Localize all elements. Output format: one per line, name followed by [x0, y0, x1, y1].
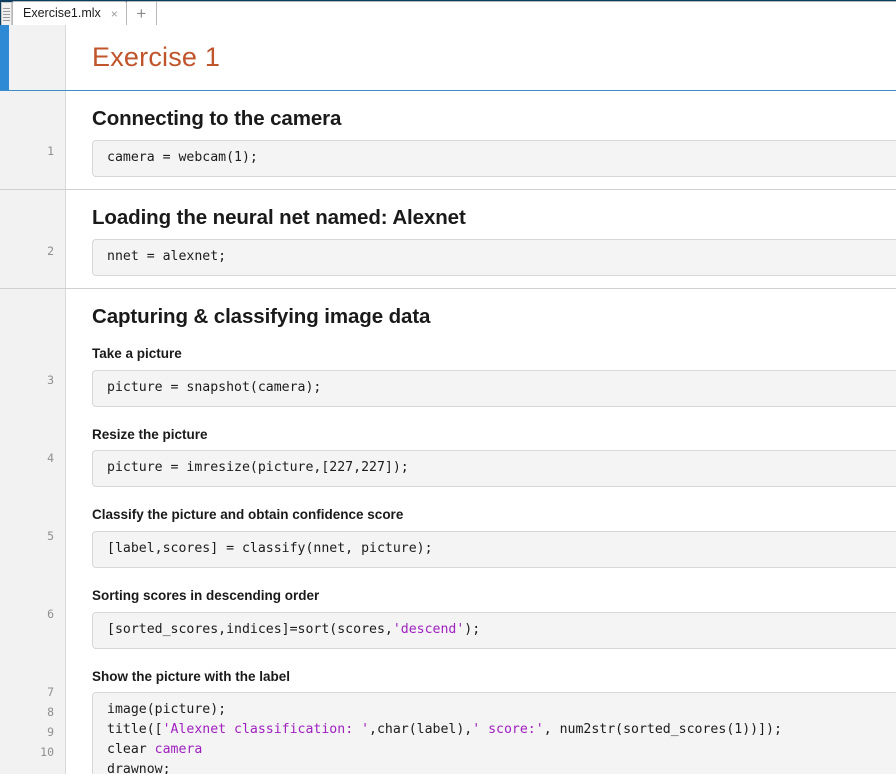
- code-block-7[interactable]: image(picture); title(['Alexnet classifi…: [92, 692, 896, 774]
- section-heading[interactable]: Capturing & classifying image data: [92, 289, 896, 338]
- code-block-3[interactable]: picture = snapshot(camera);: [92, 370, 896, 407]
- active-section-accent-stripe: [0, 25, 9, 90]
- line-number: 2: [47, 241, 54, 261]
- tab-bar-grip-handle[interactable]: [1, 2, 12, 25]
- line-number: 5: [47, 526, 54, 546]
- tab-label: Exercise1.mlx: [23, 7, 101, 20]
- code-text: nnet = alexnet;: [107, 249, 226, 264]
- code-text: title([: [107, 722, 163, 737]
- code-block-6[interactable]: [sorted_scores,indices]=sort(scores,'des…: [92, 612, 896, 649]
- code-text: );: [464, 622, 480, 637]
- code-text: picture = snapshot(camera);: [107, 380, 321, 395]
- section-heading[interactable]: Connecting to the camera: [92, 91, 896, 140]
- section-loading-the-neural-net: 2 Loading the neural net named: Alexnet …: [0, 190, 896, 289]
- gutter-section-2: 2: [0, 190, 66, 288]
- section-connecting-to-the-camera: 1 Connecting to the camera camera = webc…: [0, 91, 896, 190]
- section-capturing-classifying-image-data: 3 4 5 6 7 8 9 10 Capturing & classifying…: [0, 289, 896, 774]
- code-text: ,char(label),: [369, 722, 472, 737]
- code-text: , num2str(sorted_scores(1))]);: [544, 722, 782, 737]
- code-text: image(picture);: [107, 702, 226, 717]
- section-heading[interactable]: Loading the neural net named: Alexnet: [92, 190, 896, 239]
- code-text: [label,scores] = classify(nnet, picture)…: [107, 541, 433, 556]
- code-block-5[interactable]: [label,scores] = classify(nnet, picture)…: [92, 531, 896, 568]
- section-title: Exercise 1: [0, 25, 896, 91]
- subheading-sorting-scores[interactable]: Sorting scores in descending order: [92, 580, 896, 612]
- section-2-content: Loading the neural net named: Alexnet nn…: [66, 190, 896, 288]
- subheading-resize-the-picture[interactable]: Resize the picture: [92, 419, 896, 451]
- gutter-title-section: [0, 25, 66, 90]
- code-command-argument: camera: [155, 742, 203, 757]
- line-number: 4: [47, 448, 54, 468]
- code-string-literal: 'descend': [393, 622, 464, 637]
- page-title[interactable]: Exercise 1: [92, 25, 896, 90]
- line-number: 3: [47, 370, 54, 390]
- code-string-literal: 'Alexnet classification: ': [163, 722, 369, 737]
- code-block-4[interactable]: picture = imresize(picture,[227,227]);: [92, 450, 896, 487]
- section-3-content: Capturing & classifying image data Take …: [66, 289, 896, 774]
- code-text: clear: [107, 742, 155, 757]
- line-number-group: 7 8 9 10: [40, 682, 54, 762]
- code-text: camera = webcam(1);: [107, 150, 258, 165]
- live-editor-document: Exercise 1 1 Connecting to the camera ca…: [0, 25, 896, 774]
- code-block-2[interactable]: nnet = alexnet;: [92, 239, 896, 276]
- line-number: 6: [47, 604, 54, 624]
- code-text: picture = imresize(picture,[227,227]);: [107, 460, 409, 475]
- tab-bar: Exercise1.mlx × +: [0, 0, 896, 25]
- subheading-take-a-picture[interactable]: Take a picture: [92, 338, 896, 370]
- gutter-section-1: 1: [0, 91, 66, 189]
- code-text: [sorted_scores,indices]=sort(scores,: [107, 622, 393, 637]
- title-section-content: Exercise 1: [66, 25, 896, 90]
- tab-bar-empty-area: [157, 1, 896, 25]
- code-block-1[interactable]: camera = webcam(1);: [92, 140, 896, 177]
- section-1-content: Connecting to the camera camera = webcam…: [66, 91, 896, 189]
- line-number: 1: [47, 141, 54, 161]
- new-tab-button[interactable]: +: [127, 1, 157, 25]
- code-string-literal: ' score:': [472, 722, 543, 737]
- code-text: drawnow;: [107, 762, 171, 774]
- gutter-section-3: 3 4 5 6 7 8 9 10: [0, 289, 66, 774]
- subheading-classify-the-picture[interactable]: Classify the picture and obtain confiden…: [92, 499, 896, 531]
- subheading-show-the-picture[interactable]: Show the picture with the label: [92, 661, 896, 693]
- close-icon[interactable]: ×: [109, 8, 120, 20]
- tab-exercise1[interactable]: Exercise1.mlx ×: [12, 1, 127, 25]
